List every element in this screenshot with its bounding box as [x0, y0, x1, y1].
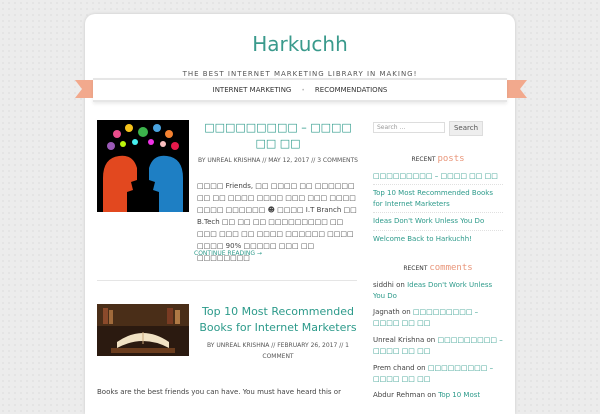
sidebar-separator — [373, 184, 503, 185]
comment-on: on — [396, 281, 405, 289]
sidebar-separator — [373, 212, 503, 213]
recent-posts-label: RECENT — [411, 156, 436, 163]
recent-posts-highlight: posts — [437, 154, 465, 164]
comment-on: on — [416, 364, 426, 372]
post-1: □□□□□□□□□ – □□□□ □□ □□ BY UNREAL KRISHNA… — [97, 120, 359, 262]
recent-comment-item: Unreal Krishna on □□□□□□□□□ – □□□□ □□ □□ — [373, 335, 503, 357]
comment-on: on — [401, 308, 411, 316]
comment-on: on — [427, 391, 437, 399]
recent-post-link[interactable]: Welcome Back to Harkuchh! — [373, 234, 503, 245]
comment-on: on — [426, 336, 436, 344]
ribbon-right-decoration — [507, 80, 527, 98]
comment-post-link[interactable]: Top 10 Most — [438, 391, 480, 399]
recent-post-link[interactable]: Top 10 Most Recommended Books for Intern… — [373, 188, 503, 210]
post-divider — [97, 280, 357, 281]
comment-author: Prem chand — [373, 364, 415, 372]
search-button[interactable]: Search — [449, 121, 483, 136]
nav-item-recommendations[interactable]: RECOMMENDATIONS — [305, 86, 397, 94]
recent-comment-item: Abdur Rehman on Top 10 Most — [373, 390, 503, 401]
post-title[interactable]: Top 10 Most Recommended Books for Intern… — [197, 304, 359, 336]
recent-posts-heading: RECENT posts — [373, 154, 503, 164]
recent-comment-item: Prem chand on □□□□□□□□□ – □□□□ □□ □□ — [373, 363, 503, 385]
main-nav: INTERNET MARKETING • RECOMMENDATIONS — [93, 78, 507, 102]
search-input[interactable]: Search … — [373, 122, 445, 133]
recent-comments-label: RECENT — [403, 265, 428, 272]
comment-author: Abdur Rehman — [373, 391, 426, 399]
comment-author: Unreal Krishna — [373, 336, 425, 344]
post-meta-text: BY UNREAL KRISHNA // MAY 12, 2017 // 3 C… — [198, 157, 358, 164]
continue-reading-link[interactable]: CONTINUE READING → — [97, 250, 359, 257]
post-excerpt: Books are the best friends you can have.… — [97, 388, 341, 396]
site-tagline: THE BEST INTERNET MARKETING LIBRARY IN M… — [182, 70, 418, 78]
sidebar-separator — [373, 230, 503, 231]
recent-comments-heading: RECENT comments — [373, 263, 503, 273]
recent-post-link[interactable]: Ideas Don't Work Unless You Do — [373, 216, 503, 227]
comment-author: siddhi — [373, 281, 394, 289]
site-title[interactable]: Harkuchh — [85, 32, 515, 56]
post-2: Top 10 Most Recommended Books for Intern… — [97, 304, 359, 400]
post-meta: BY UNREAL KRISHNA // MAY 12, 2017 // 3 C… — [197, 157, 359, 164]
recent-comment-item: Jagnath on □□□□□□□□□ – □□□□ □□ □□ — [373, 307, 503, 329]
recent-post-link[interactable]: □□□□□□□□□ – □□□□ □□ □□ — [373, 171, 503, 182]
post-thumbnail-books[interactable] — [97, 304, 189, 356]
ribbon-left-decoration — [75, 80, 95, 98]
post-thumbnail-brain-heads[interactable] — [97, 120, 189, 212]
nav-item-internet-marketing[interactable]: INTERNET MARKETING — [203, 86, 302, 94]
comment-author: Jagnath — [373, 308, 400, 316]
recent-comments-highlight: comments — [429, 263, 473, 273]
post-meta: BY UNREAL KRISHNA // FEBRUARY 26, 2017 /… — [207, 342, 349, 360]
post-title[interactable]: □□□□□□□□□ – □□□□ □□ □□ — [197, 120, 359, 152]
recent-comment-item: siddhi on Ideas Don't Work Unless You Do — [373, 280, 503, 302]
